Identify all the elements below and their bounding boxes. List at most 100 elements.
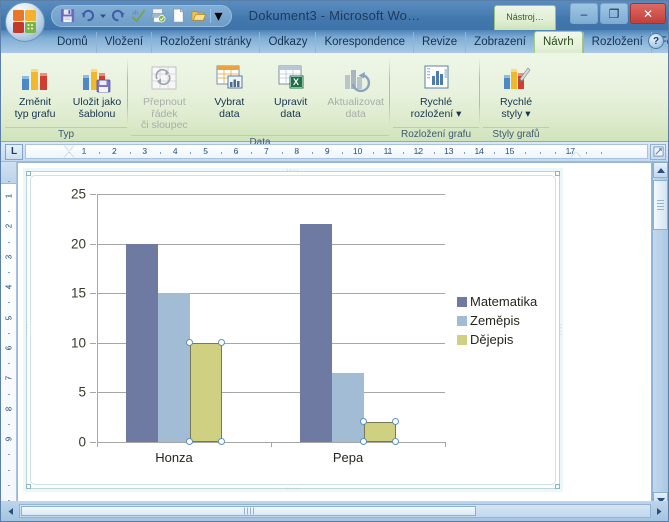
edit-data-button[interactable]: X Upravit data xyxy=(261,59,320,123)
y-axis-tick xyxy=(90,293,96,295)
office-button[interactable] xyxy=(5,2,45,42)
spelling-icon[interactable]: ab xyxy=(129,6,148,25)
vertical-ruler-mark xyxy=(7,484,10,486)
ruler-mark xyxy=(84,152,85,154)
minimize-button[interactable]: – xyxy=(570,3,598,24)
tab-revize[interactable]: Revize xyxy=(413,32,465,53)
tab-domu[interactable]: Domů xyxy=(49,32,96,53)
horizontal-thumb-grip xyxy=(243,507,254,515)
tab-rozlozeni[interactable]: Rozložení xyxy=(582,32,651,53)
ruler-mark xyxy=(251,152,253,154)
vertical-ruler-mark xyxy=(7,211,10,213)
document-work-area: 123456789 ···· ···· ···· ···· 0510152025… xyxy=(1,162,668,521)
tab-odkazy[interactable]: Odkazy xyxy=(259,32,315,53)
vertical-ruler[interactable]: 123456789 xyxy=(1,162,17,521)
save-as-template-button[interactable]: Uložit jako šablonu xyxy=(67,59,127,123)
first-line-indent-marker[interactable] xyxy=(64,145,74,151)
legend-swatch xyxy=(457,296,467,307)
series-selection-handle[interactable] xyxy=(218,338,225,346)
chart-bar[interactable] xyxy=(190,342,222,442)
vertical-scroll-thumb[interactable] xyxy=(653,180,668,230)
vertical-scrollbar[interactable] xyxy=(652,162,668,521)
ruler-mark xyxy=(312,152,313,154)
undo-dropdown-icon[interactable] xyxy=(98,6,108,25)
vertical-ruler-mark xyxy=(7,272,10,273)
scroll-left-button[interactable] xyxy=(3,505,19,517)
select-data-label: Vybrat data xyxy=(214,96,245,120)
horizontal-scrollbar[interactable] xyxy=(8,504,662,518)
series-selection-handle[interactable] xyxy=(392,438,399,445)
redo-icon[interactable] xyxy=(109,6,128,25)
vertical-ruler-mark xyxy=(7,378,10,380)
ruler-mark xyxy=(403,152,405,154)
series-selection-handle[interactable] xyxy=(186,438,193,445)
edit-data-label: Upravit data xyxy=(274,96,308,120)
bar-chart[interactable]: 0 5 10 15 20 25 Honza Pepa Matematika Zeměpis Děj… xyxy=(27,172,559,488)
left-indent-marker[interactable] xyxy=(64,152,74,158)
tab-korespondence[interactable]: Korespondence xyxy=(315,32,413,53)
new-document-icon[interactable] xyxy=(169,6,188,25)
series-selection-handle[interactable] xyxy=(186,338,193,346)
ruler-mark xyxy=(388,152,389,154)
print-preview-icon[interactable] xyxy=(149,6,168,25)
vertical-ruler-mark xyxy=(7,287,10,289)
ruler-mark xyxy=(555,152,557,154)
scroll-up-button[interactable] xyxy=(653,162,668,178)
change-chart-type-label: Změnit typ grafu xyxy=(14,96,56,120)
maximize-button[interactable]: ❐ xyxy=(600,3,628,24)
horizontal-ruler[interactable]: 1 2 3 4 5 6 7 8 9 10 11 12 13 14 15 17 xyxy=(25,144,648,159)
horizontal-ruler-row: L 1 2 3 4 5 6 7 8 9 10 11 12 13 14 15 17 xyxy=(1,142,668,162)
legend-swatch xyxy=(457,334,467,345)
ribbon-group-chart-layout: Rychlé rozložení ▾ Rozložení grafu xyxy=(389,55,481,141)
select-data-button[interactable]: Vybrat data xyxy=(200,59,259,123)
right-indent-marker[interactable] xyxy=(571,152,581,158)
vertical-ruler-mark xyxy=(7,256,10,258)
word-application-window: ab ▾ Dokument3 - Microsoft Wo… Nástroj… … xyxy=(0,0,669,522)
toolbar-divider xyxy=(210,8,211,23)
tab-rozlozeni-stranky[interactable]: Rozložení stránky xyxy=(151,32,259,53)
help-icon[interactable]: ? xyxy=(648,33,664,49)
quick-styles-button[interactable]: Rychlé styly ▾ xyxy=(484,59,548,123)
close-button[interactable]: ✕ xyxy=(630,3,666,24)
chart-bar[interactable] xyxy=(158,293,190,442)
switch-row-column-button[interactable]: Přepnout řádek či sloupec xyxy=(131,59,198,135)
open-icon[interactable] xyxy=(189,6,208,25)
change-chart-type-button[interactable]: Změnit typ grafu xyxy=(5,59,65,123)
horizontal-scroll-thumb[interactable] xyxy=(21,506,476,516)
ruler-mark xyxy=(448,152,450,154)
quick-styles-label: Rychlé styly ▾ xyxy=(499,96,533,120)
quick-layout-button[interactable]: Rychlé rozložení ▾ xyxy=(400,59,472,123)
chart-bar[interactable] xyxy=(364,422,396,442)
series-selection-handle[interactable] xyxy=(218,438,225,445)
chart-object-frame[interactable]: ···· ···· ···· ···· 0 5 10 15 20 25 Honza Pepa … xyxy=(23,167,564,492)
chart-legend[interactable]: Matematika Zeměpis Dějepis xyxy=(457,294,537,351)
tab-vlozeni[interactable]: Vložení xyxy=(95,32,151,53)
document-page[interactable]: ···· ···· ···· ···· 0 5 10 15 20 25 Honza Pepa … xyxy=(17,162,652,521)
scroll-right-button[interactable] xyxy=(651,505,667,517)
ruler-mark xyxy=(266,152,268,154)
refresh-data-button[interactable]: Aktualizovat data xyxy=(322,59,389,123)
ruler-toggle-icon[interactable] xyxy=(650,143,666,160)
legend-swatch xyxy=(457,315,467,326)
customize-qat-icon[interactable]: ▾ xyxy=(213,6,224,25)
tab-zobrazeni[interactable]: Zobrazení xyxy=(465,32,534,53)
chart-bar[interactable] xyxy=(300,223,332,442)
legend-item[interactable]: Dějepis xyxy=(457,332,537,347)
legend-item[interactable]: Matematika xyxy=(457,294,537,309)
ruler-mark xyxy=(494,152,496,154)
y-axis-label: 5 xyxy=(78,384,86,400)
save-icon[interactable] xyxy=(58,6,77,25)
series-selection-handle[interactable] xyxy=(392,418,399,426)
series-selection-handle[interactable] xyxy=(360,438,367,445)
ruler-mark xyxy=(600,152,602,154)
undo-icon[interactable] xyxy=(78,6,97,25)
chart-bar[interactable] xyxy=(332,372,364,442)
office-logo-icon xyxy=(12,9,38,35)
x-axis-tick xyxy=(271,442,272,447)
chart-bar[interactable] xyxy=(126,243,158,442)
tab-stop-selector[interactable]: L xyxy=(5,143,23,160)
chart-plot-area[interactable]: 0 5 10 15 20 25 Honza Pepa xyxy=(71,187,446,465)
vertical-ruler-mark xyxy=(7,180,10,182)
tab-navrh[interactable]: Návrh xyxy=(533,31,583,53)
legend-item[interactable]: Zeměpis xyxy=(457,313,537,328)
